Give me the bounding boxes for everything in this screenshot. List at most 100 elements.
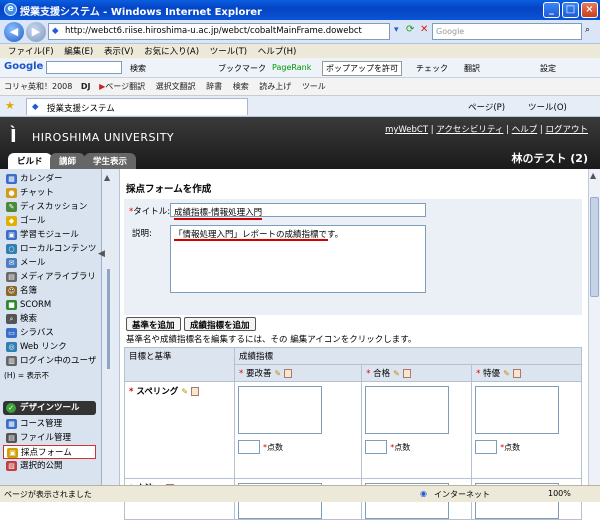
page-menu[interactable]: ページ(P) [468, 101, 505, 113]
description-textarea[interactable]: 「情報処理入門」レポートの成績指標です。 [170, 225, 426, 293]
favorites-star-icon[interactable]: ★ [5, 99, 15, 112]
translate-button[interactable]: 翻訳 [464, 63, 480, 74]
syllabus-icon: ▭ [6, 328, 17, 338]
add-level-button[interactable]: 成績指標を追加 [184, 317, 256, 331]
vertical-scrollbar[interactable]: ▲ [588, 169, 600, 485]
page-translate-button[interactable]: ページ翻訳 [105, 82, 145, 91]
scroll-thumb[interactable] [590, 197, 599, 297]
title-input[interactable]: 成績指標-情報処理入門 [170, 203, 426, 218]
pagerank-indicator: PageRank [272, 63, 312, 72]
back-button[interactable]: ◀ [4, 22, 24, 42]
accessibility-link[interactable]: アクセシビリティ [436, 125, 503, 135]
menu-help[interactable]: ヘルプ(H) [258, 47, 297, 57]
menu-view[interactable]: 表示(V) [104, 47, 133, 57]
sidebar-item-calendar[interactable]: ▦ カレンダー [3, 172, 96, 186]
university-name: HIROSHIMA UNIVERSITY [32, 131, 175, 144]
sidebar-splitter[interactable]: ▲ ◀ [98, 169, 120, 485]
calendar-icon: ▦ [6, 174, 17, 184]
sidebar-item-scorm[interactable]: ■ SCORM [3, 298, 96, 312]
collapse-up-icon[interactable]: ▲ [104, 173, 110, 182]
refresh-icon[interactable]: ⟳ [406, 24, 414, 35]
design-tools-header[interactable]: ✓ デザインツール [3, 401, 96, 415]
scroll-up-icon[interactable]: ▲ [590, 171, 596, 180]
read-aloud-button[interactable]: 読み上げ [259, 82, 291, 91]
sidebar-item-mail[interactable]: ✉ メール [3, 256, 96, 270]
translate-toolbar: コリャ英和！2008 DJ ▶ページ翻訳 選択文翻訳 辞書 検索 読み上げ ツー… [0, 78, 600, 96]
dictionary-button[interactable]: 辞書 [206, 82, 222, 91]
sidebar-item-search[interactable]: ⌕ 検索 [3, 312, 96, 326]
sidebar-item-media-library[interactable]: ▤ メディアライブラリ [3, 270, 96, 284]
minimize-button[interactable]: _ [543, 2, 560, 18]
level-description-input[interactable] [238, 386, 322, 434]
stop-icon[interactable]: ✕ [420, 24, 428, 35]
level-description-input[interactable] [365, 386, 450, 434]
tools-menu[interactable]: ツール(O) [528, 101, 567, 113]
menu-favorites[interactable]: お気に入り(A) [144, 47, 199, 57]
dropdown-icon[interactable]: ▾ [394, 25, 399, 35]
tab-student-view[interactable]: 学生表示 [84, 153, 137, 169]
help-link[interactable]: ヘルプ [512, 125, 538, 135]
sidebar-item-online-users[interactable]: ▥ ログイン中のユーザ [3, 354, 96, 368]
settings-button[interactable]: 設定 [540, 63, 556, 74]
tab-build[interactable]: ビルド [8, 153, 52, 169]
dj-button[interactable]: DJ [81, 82, 91, 91]
sidebar-item-file-management[interactable]: ▤ ファイル管理 [3, 431, 96, 445]
points-input[interactable] [475, 440, 498, 454]
university-logo: Ì [10, 126, 17, 147]
delete-doc-icon[interactable] [403, 369, 412, 378]
level-description-input[interactable] [475, 386, 560, 434]
menu-edit[interactable]: 編集(E) [64, 47, 93, 57]
delete-doc-icon[interactable] [513, 369, 522, 378]
users-icon: ▥ [6, 356, 17, 366]
sidebar-item-syllabus[interactable]: ▭ シラバス [3, 326, 96, 340]
popup-allow-button[interactable]: ポップアップを許可 [322, 61, 402, 76]
collapse-left-icon[interactable]: ◀ [98, 249, 105, 259]
menu-tools[interactable]: ツール(T) [210, 47, 247, 57]
page-icon: ◆ [52, 26, 59, 36]
sidebar-item-roster[interactable]: ☺ 名簿 [3, 284, 96, 298]
maximize-button[interactable]: □ [562, 2, 579, 18]
edit-pencil-icon[interactable]: ✎ [274, 370, 282, 378]
edit-pencil-icon[interactable]: ✎ [393, 370, 401, 378]
sidebar-item-selective-release[interactable]: ▧ 選択的公開 [3, 459, 96, 473]
sidebar-item-course-management[interactable]: ▦ コース管理 [3, 417, 96, 431]
google-search-input[interactable] [46, 61, 122, 74]
status-bar: ページが表示されました ◉ インターネット 100% [0, 485, 600, 502]
close-button[interactable]: × [581, 2, 598, 18]
browser-tab[interactable]: ◆ 授業支援システム [26, 98, 248, 115]
sidebar-item-goal[interactable]: ◆ ゴール [3, 214, 96, 228]
tab-instructor[interactable]: 講師 [50, 153, 86, 169]
tbar-search-button[interactable]: 検索 [233, 82, 249, 91]
points-input[interactable] [238, 440, 260, 454]
sidebar-item-local-content[interactable]: ○ ローカルコンテンツ [3, 242, 96, 256]
scorm-icon: ■ [6, 300, 17, 310]
zoom-level[interactable]: 100% [548, 489, 571, 498]
top-links: myWebCT | アクセシビリティ | ヘルプ | ログアウト [385, 125, 588, 135]
check-button[interactable]: チェック [416, 63, 448, 74]
selection-translate-button[interactable]: 選択文翻訳 [156, 82, 196, 91]
search-input[interactable]: Google [432, 23, 582, 40]
sidebar-item-chat[interactable]: ● チャット [3, 186, 96, 200]
address-input[interactable]: ◆ http://webct6.riise.hiroshima-u.ac.jp/w… [48, 23, 390, 40]
bookmark-button[interactable]: ブックマーク [218, 63, 266, 74]
logout-link[interactable]: ログアウト [545, 125, 588, 135]
tbar-tools-button[interactable]: ツール [302, 82, 326, 91]
sidebar-item-web-links[interactable]: ◎ Web リンク [3, 340, 96, 354]
delete-doc-icon[interactable] [284, 369, 293, 378]
rubric-icon: ▣ [7, 448, 18, 458]
points-input[interactable] [365, 440, 388, 454]
sidebar-item-learning-module[interactable]: ▣ 学習モジュール [3, 228, 96, 242]
google-search-button[interactable]: 検索 [130, 63, 146, 74]
splitter-handle[interactable] [107, 269, 110, 369]
discussion-icon: ✎ [6, 202, 17, 212]
search-icon[interactable]: ⌕ [585, 25, 590, 35]
delete-doc-icon[interactable] [191, 387, 200, 396]
sidebar-item-rubric[interactable]: ▣ 採点フォーム [3, 445, 96, 459]
mywebct-link[interactable]: myWebCT [385, 125, 428, 135]
sidebar-item-discussion[interactable]: ✎ ディスカッション [3, 200, 96, 214]
edit-pencil-icon[interactable]: ✎ [181, 388, 189, 396]
add-criteria-button[interactable]: 基準を追加 [126, 317, 181, 331]
menu-file[interactable]: ファイル(F) [8, 47, 54, 57]
forward-button[interactable]: ▶ [26, 22, 46, 42]
edit-pencil-icon[interactable]: ✎ [503, 370, 511, 378]
